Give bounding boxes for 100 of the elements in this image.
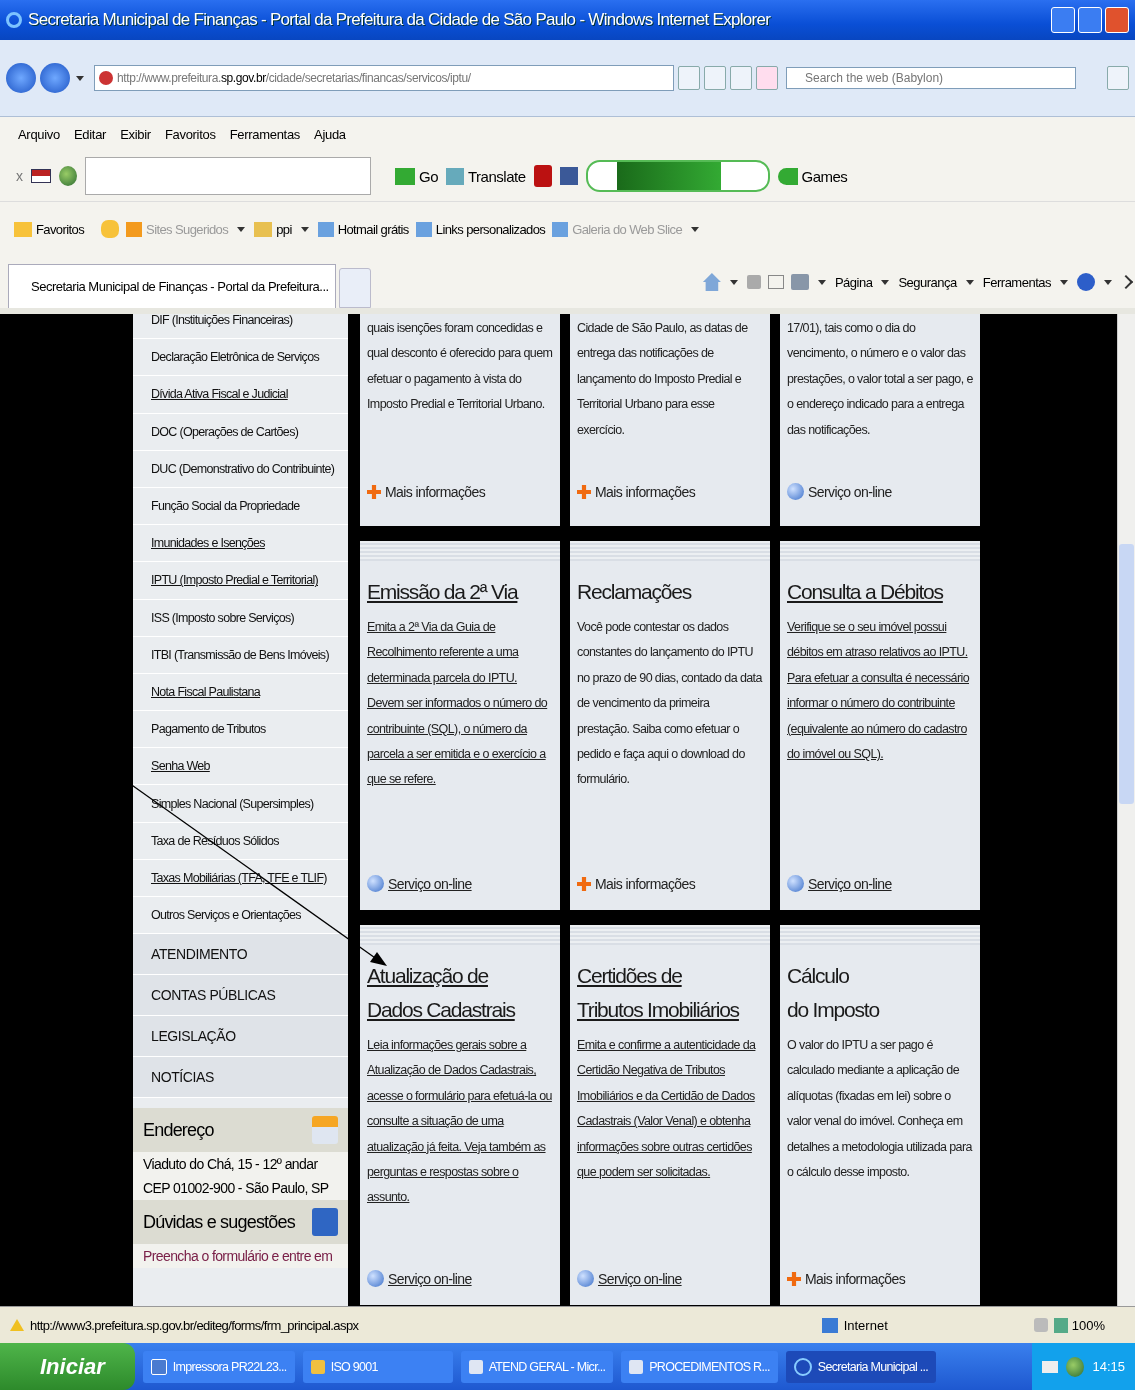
more-info-link[interactable]: Mais informações	[805, 1271, 906, 1287]
taskbar-button[interactable]: PROCEDIMENTOS R...	[621, 1350, 778, 1383]
caret-icon[interactable]	[1104, 279, 1112, 285]
more-info-link[interactable]: Serviço on-line	[388, 1270, 472, 1287]
card-link[interactable]: Leia informações gerais sobre a Atualização de Dados Cadastrais, acesse o formulário para efetuá-la ou consulte a situação de uma atualização já feita. Veja também as perguntas e respostas sobre o assunto.	[367, 1033, 553, 1211]
sidebar-link[interactable]: ITBI (Transmissão de Bens Imóveis)	[133, 636, 348, 674]
sidebar-link[interactable]: Nota Fiscal Paulistana	[133, 673, 348, 712]
sidebar-link[interactable]: Senha Web	[133, 748, 348, 786]
section-link[interactable]: NOTÍCIAS	[133, 1057, 348, 1099]
caret-icon[interactable]	[881, 279, 890, 285]
sidebar-link[interactable]: Declaração Eletrônica de Serviços	[133, 339, 348, 377]
sidebar-link[interactable]: IPTU (Imposto Predial e Territorial)	[133, 562, 348, 600]
favorites-link[interactable]: ppi	[254, 221, 292, 237]
more-info-link[interactable]: Serviço on-line	[808, 875, 892, 892]
card-link[interactable]: Emita a 2ª Via da Guia de Recolhimento referente a uma determinada parcela do IPTU. Devem ser informados o número do contribuinte (SQL), o número da parcela a ser emitida e o exercício a que se refere.	[367, 615, 553, 793]
site-icon	[99, 71, 113, 85]
browser-tab[interactable]: Secretaria Municipal de Finanças - Portal da Prefeitura...	[8, 264, 336, 308]
globe-icon	[787, 875, 804, 892]
flag-icon[interactable]	[31, 169, 51, 183]
card-title[interactable]: Consulta a Débitos	[787, 575, 973, 609]
more-info-link[interactable]: Serviço on-line	[388, 875, 472, 892]
minimize-button[interactable]	[1051, 7, 1075, 33]
box-title: Dúvidas e sugestões	[143, 1211, 295, 1233]
sidebar-link[interactable]: Dívida Ativa Fiscal e Judicial	[133, 376, 348, 414]
card-title[interactable]: Atualização de Dados Cadastrais	[367, 959, 553, 1027]
caret-icon[interactable]	[817, 279, 826, 285]
section-link[interactable]: CONTAS PÚBLICAS	[133, 975, 348, 1017]
dropdown-button[interactable]	[678, 66, 700, 90]
tray-icon[interactable]	[1066, 1356, 1085, 1377]
favorites-link[interactable]: Links personalizados	[415, 221, 546, 237]
toolbar-logo-icon[interactable]	[59, 166, 77, 186]
sidebar-link[interactable]: DOC (Operações de Cartões)	[133, 413, 348, 451]
sidebar-link[interactable]: Taxas Mobiliárias (TFA, TFE e TLIF)	[133, 859, 348, 897]
card-title[interactable]: Emissão da 2ª Via	[367, 575, 553, 609]
card-title[interactable]: Certidões de Tributos Imobiliários	[577, 959, 763, 1027]
caret-icon[interactable]	[300, 226, 309, 232]
card-description: quais isenções foram concedidas e qual desconto é oferecido para quem efetuar o pagamento à vista do Imposto Predial e Territorial Urbano.	[367, 320, 553, 414]
card-description: Cidade de São Paulo, as datas de entrega das notificações de lançamento do Imposto Predial e Territorial Urbano para esse exercício.	[577, 320, 749, 439]
menu-item[interactable]: Favoritos	[164, 126, 216, 142]
globe-icon	[787, 483, 804, 500]
scrollbar[interactable]	[1117, 314, 1135, 1306]
forward-button[interactable]	[40, 63, 70, 93]
favorites-link[interactable]: Hotmail grátis	[317, 221, 409, 237]
home-icon[interactable]	[702, 273, 721, 291]
more-info-link[interactable]: Mais informações	[385, 484, 486, 500]
search-button[interactable]	[1107, 66, 1129, 90]
refresh-button[interactable]	[730, 66, 752, 90]
more-info-link[interactable]: Serviço on-line	[598, 1270, 682, 1287]
more-info-link[interactable]: Mais informações	[595, 484, 696, 500]
command-menu[interactable]: Segurança	[898, 274, 957, 290]
card-link[interactable]: Emita e confirme a autenticidade da Certidão Negativa de Tributos Imobiliários e da Certidão de Dados Cadastrais (Valor Venal) e obtenha informações sobre outras certidões que podem ser solicitadas.	[577, 1033, 763, 1186]
caret-icon[interactable]	[1060, 279, 1068, 285]
caret-icon[interactable]	[965, 279, 974, 285]
window-title: Secretaria Municipal de Finanças - Portal da Prefeitura da Cidade de São Paulo - Windows Internet Explorer	[28, 10, 772, 30]
toolbar-search-field[interactable]	[85, 157, 371, 195]
close-toolbar-button[interactable]: x	[16, 168, 23, 184]
warning-icon	[10, 1319, 24, 1331]
maximize-button[interactable]	[1078, 7, 1102, 33]
address-text: Viaduto do Chá, 15 - 12º andar	[142, 1155, 319, 1175]
taskbar-button[interactable]: ATEND GERAL - Micr...	[460, 1350, 614, 1383]
sidebar-link[interactable]: DIF (Instituições Financeiras)	[133, 314, 348, 340]
card-link[interactable]: Verifique se o seu imóvel possui débitos em atraso relativos ao IPTU. Para efetuar a consulta é necessário informar o número do contribuinte (equivalente ao número do cadastro do imóvel ou SQL).	[787, 615, 973, 768]
taskbar-button[interactable]: Impressora PR22L23...	[142, 1350, 295, 1383]
more-info-link[interactable]: Serviço on-line	[808, 483, 892, 500]
taskbar-button[interactable]: ISO 9001	[302, 1350, 453, 1383]
menu-item[interactable]: Ferramentas	[229, 126, 301, 142]
mail-icon[interactable]	[767, 275, 784, 289]
caret-icon[interactable]	[76, 75, 84, 81]
status-text: http://www3.prefeitura.sp.gov.br/editeg/forms/frm_principal.aspx	[30, 1317, 360, 1333]
form-link[interactable]: Preencha o formulário e entre em	[133, 1244, 348, 1269]
menu-item[interactable]: Ajuda	[314, 126, 346, 142]
menu-item[interactable]: Arquivo	[18, 126, 60, 142]
caret-icon[interactable]	[729, 279, 738, 285]
card-description: O valor do IPTU a ser pago é calculado mediante a aplicação de alíquotas (fixadas em lei) sobre o valor venal do imóvel. Conheça em detalhes a metodologia utilizada para o cálculo desse imposto.	[787, 1037, 973, 1182]
globe-icon	[577, 1270, 594, 1287]
radio-player[interactable]	[585, 160, 770, 192]
sidebar-link[interactable]: DUC (Demonstrativo do Contribuinte)	[133, 450, 348, 488]
sidebar-link[interactable]: Função Social da Propriedade	[133, 487, 348, 526]
more-info-link[interactable]: Mais informações	[595, 876, 696, 892]
search-field[interactable]: Search the web (Babylon)	[786, 67, 1076, 89]
print-icon[interactable]	[790, 274, 809, 290]
section-link[interactable]: ATENDIMENTO	[133, 934, 348, 976]
taskbar-button[interactable]: Secretaria Municipal ...	[785, 1350, 937, 1383]
sidebar-link[interactable]: ISS (Imposto sobre Serviços)	[133, 599, 348, 637]
menu-item[interactable]: Editar	[74, 126, 107, 142]
feed-icon[interactable]	[746, 275, 761, 289]
command-menu[interactable]: Ferramentas	[982, 274, 1051, 290]
back-button[interactable]	[6, 63, 36, 93]
command-menu[interactable]: Página	[834, 274, 873, 290]
help-icon[interactable]	[1077, 273, 1095, 291]
compat-view-button[interactable]	[704, 66, 726, 90]
favorites-button[interactable]: Favoritos	[14, 221, 85, 237]
sidebar-link[interactable]: Pagamento de Tributos	[133, 711, 348, 749]
address-field[interactable]: http://www.prefeitura.sp.gov.br/cidade/secretarias/financas/servicos/iptu/	[94, 65, 674, 91]
close-button[interactable]	[1105, 7, 1129, 33]
keyboard-icon[interactable]	[1042, 1360, 1059, 1373]
stop-button[interactable]	[756, 66, 778, 90]
menu-item[interactable]: Exibir	[120, 126, 151, 142]
sidebar-link[interactable]: Imunidades e Isenções	[133, 525, 348, 563]
section-link[interactable]: LEGISLAÇÃO	[133, 1016, 348, 1058]
